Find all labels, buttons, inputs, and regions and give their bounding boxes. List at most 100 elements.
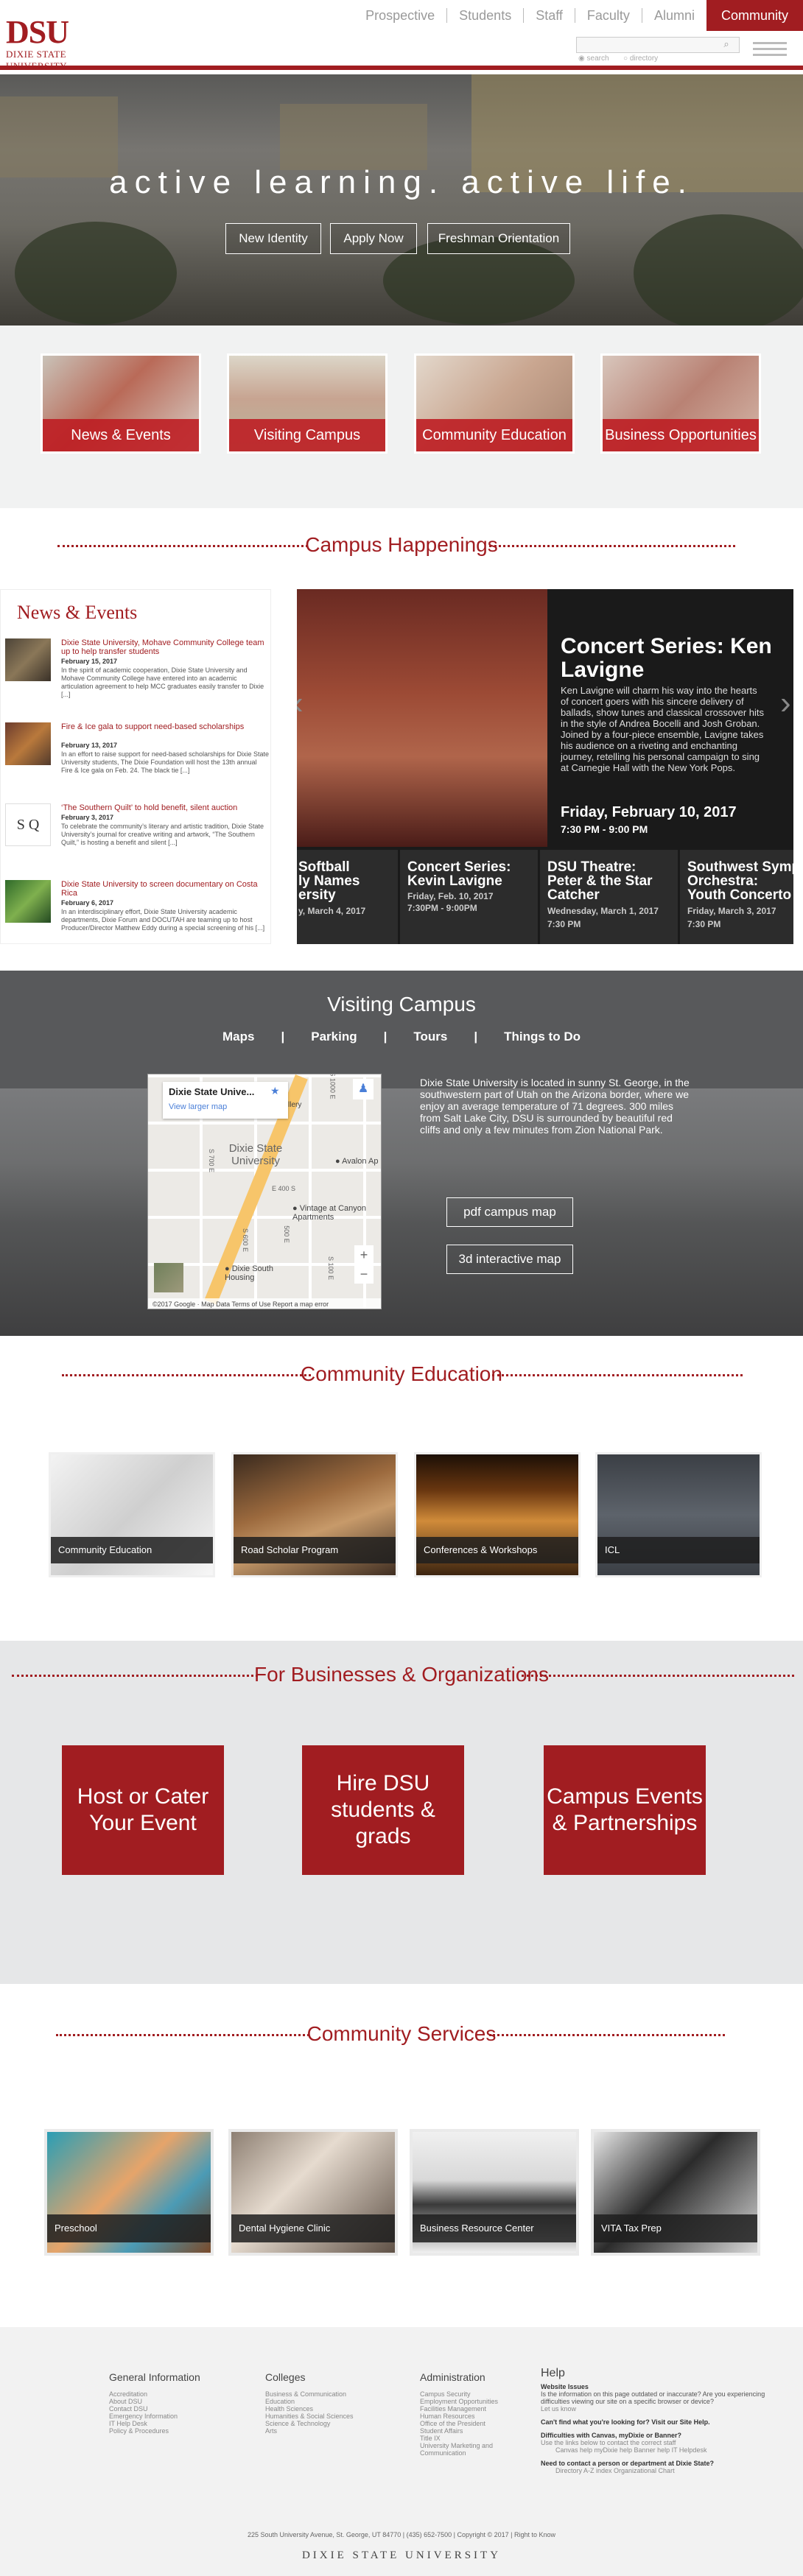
- separator: |: [383, 1030, 388, 1044]
- maps-link[interactable]: Maps: [209, 1030, 267, 1044]
- footer-link[interactable]: Business & Communication: [265, 2390, 354, 2398]
- map-label-avalon: ● Avalon Ap: [335, 1157, 379, 1166]
- search-radio[interactable]: ◉ search: [578, 54, 609, 63]
- footer-link[interactable]: Employment Opportunities: [420, 2398, 530, 2405]
- satellite-toggle[interactable]: [154, 1263, 183, 1292]
- directory-radio[interactable]: ○ directory: [623, 54, 658, 63]
- quick-link-community-education[interactable]: Community Education: [414, 353, 575, 454]
- featured-event-title[interactable]: Concert Series: Ken Lavigne: [561, 635, 782, 682]
- news-title[interactable]: Dixie State University to screen documen…: [61, 880, 269, 898]
- footer-help: Help Website Issues Is the information o…: [541, 2367, 784, 2474]
- help-line: Is the information on this page outdated…: [541, 2390, 765, 2405]
- footer-link[interactable]: Education: [265, 2398, 354, 2405]
- footer-link[interactable]: Title IX: [420, 2435, 530, 2442]
- star-icon[interactable]: ★: [270, 1085, 280, 1097]
- search-icon[interactable]: ⌕: [719, 38, 734, 52]
- google-map[interactable]: Dixie State Unive... ★ View larger map ♟…: [147, 1074, 382, 1309]
- map-footer: ©2017 Google · Map Data Terms of Use Rep…: [148, 1298, 381, 1309]
- nav-faculty[interactable]: Faculty: [575, 8, 642, 23]
- parking-link[interactable]: Parking: [298, 1030, 370, 1044]
- footer-link[interactable]: Contact DSU: [109, 2405, 200, 2413]
- carousel-prev-icon[interactable]: ‹: [297, 685, 304, 722]
- footer-link[interactable]: Office of the President: [420, 2420, 530, 2427]
- freshman-orientation-button[interactable]: Freshman Orientation: [427, 223, 570, 254]
- footer-link[interactable]: Emergency Information: [109, 2413, 200, 2420]
- help-line[interactable]: Can't find what you're looking for? Visi…: [541, 2418, 784, 2426]
- footer-link[interactable]: Policy & Procedures: [109, 2427, 200, 2435]
- footer-link[interactable]: Accreditation: [109, 2390, 200, 2398]
- event-tile-time: 7:30 PM: [547, 919, 581, 929]
- footer-link[interactable]: Health Sciences: [265, 2405, 354, 2413]
- hamburger-menu-icon[interactable]: [753, 38, 787, 57]
- footer-col-administration: Administration Campus Security Employmen…: [420, 2371, 530, 2457]
- quick-link-visiting-campus[interactable]: Visiting Campus: [227, 353, 388, 454]
- featured-event-image[interactable]: [297, 589, 547, 847]
- footer-link[interactable]: Facilities Management: [420, 2405, 530, 2413]
- nav-prospective[interactable]: Prospective: [354, 8, 448, 23]
- new-identity-button[interactable]: New Identity: [225, 223, 321, 254]
- service-card-vita[interactable]: VITA Tax Prep: [591, 2129, 760, 2256]
- apply-now-button[interactable]: Apply Now: [330, 223, 417, 254]
- footer-link[interactable]: University Marketing and Communication: [420, 2442, 530, 2457]
- event-tile[interactable]: DSU Theatre: Peter & the Star Catcher We…: [538, 850, 678, 944]
- let-us-know-link[interactable]: Let us know: [541, 2405, 784, 2413]
- service-card-dental[interactable]: Dental Hygiene Clinic: [228, 2129, 398, 2256]
- logo-mark: DSU: [6, 14, 69, 50]
- directory-links[interactable]: Directory A-Z index Organizational Chart: [541, 2467, 784, 2474]
- help-heading: Help: [541, 2367, 565, 2379]
- news-item[interactable]: S Q ‘The Southern Quilt’ to hold benefit…: [5, 803, 270, 870]
- campus-events-partnerships-button[interactable]: Campus Events & Partnerships: [544, 1745, 706, 1875]
- ce-card-community-education[interactable]: Community Education: [49, 1452, 215, 1577]
- footer-link[interactable]: Campus Security: [420, 2390, 530, 2398]
- things-to-do-link[interactable]: Things to Do: [491, 1030, 594, 1044]
- footer-link[interactable]: Science & Technology: [265, 2420, 354, 2427]
- event-tile[interactable]: Concert Series: Kevin Lavigne Friday, Fe…: [398, 850, 538, 944]
- host-cater-event-button[interactable]: Host or Cater Your Event: [62, 1745, 224, 1875]
- news-heading[interactable]: News & Events: [17, 602, 137, 624]
- tours-link[interactable]: Tours: [400, 1030, 460, 1044]
- event-tile[interactable]: Southwest Symp Orchestra: Youth Concerto…: [678, 850, 793, 944]
- ce-card-icl[interactable]: ICL: [595, 1452, 762, 1577]
- news-item[interactable]: Fire & Ice gala to support need-based sc…: [5, 722, 270, 789]
- news-item[interactable]: Dixie State University to screen documen…: [5, 880, 270, 946]
- ce-card-conferences[interactable]: Conferences & Workshops: [414, 1452, 581, 1577]
- footer-link[interactable]: About DSU: [109, 2398, 200, 2405]
- event-tile[interactable]: Softball ly Names ersity y, March 4, 201…: [297, 850, 398, 944]
- street-view-icon[interactable]: ♟: [353, 1079, 374, 1099]
- nav-students[interactable]: Students: [447, 8, 525, 23]
- carousel-next-icon[interactable]: ›: [780, 685, 791, 722]
- news-item[interactable]: Dixie State University, Mohave Community…: [5, 638, 270, 705]
- southern-quilt-logo: S Q: [5, 803, 51, 846]
- quick-link-business-opportunities[interactable]: Business Opportunities: [600, 353, 761, 454]
- news-title[interactable]: ‘The Southern Quilt’ to hold benefit, si…: [61, 803, 269, 812]
- service-card-business-resource[interactable]: Business Resource Center: [410, 2129, 579, 2256]
- news-title[interactable]: Dixie State University, Mohave Community…: [61, 638, 269, 656]
- map-label-text: Avalon Ap: [342, 1157, 379, 1166]
- hire-students-button[interactable]: Hire DSU students & grads: [302, 1745, 464, 1875]
- search-input[interactable]: [576, 37, 740, 53]
- footer-link[interactable]: IT Help Desk: [109, 2420, 200, 2427]
- view-larger-map-link[interactable]: View larger map: [169, 1102, 227, 1111]
- interactive-map-button[interactable]: 3d interactive map: [446, 1245, 573, 1274]
- zoom-controls[interactable]: + −: [354, 1245, 374, 1284]
- nav-community[interactable]: Community: [706, 0, 803, 31]
- footer-heading: Administration: [420, 2371, 485, 2383]
- news-date: February 15, 2017: [61, 658, 118, 665]
- nav-staff[interactable]: Staff: [524, 8, 575, 23]
- footer-address: 225 South University Avenue, St. George,…: [247, 2531, 556, 2538]
- footer-link[interactable]: Student Affairs: [420, 2427, 530, 2435]
- help-links[interactable]: Canvas help myDixie help Banner help IT …: [541, 2446, 784, 2454]
- dsu-logo[interactable]: DSU DIXIE STATE UNIVERSITY: [6, 14, 109, 72]
- footer-link[interactable]: Humanities & Social Sciences: [265, 2413, 354, 2420]
- pdf-campus-map-button[interactable]: pdf campus map: [446, 1197, 573, 1227]
- news-title[interactable]: Fire & Ice gala to support need-based sc…: [61, 722, 269, 731]
- visiting-campus-title: Visiting Campus: [327, 993, 476, 1016]
- ce-card-road-scholar[interactable]: Road Scholar Program: [231, 1452, 398, 1577]
- footer-link[interactable]: Arts: [265, 2427, 354, 2435]
- news-date: February 3, 2017: [61, 814, 114, 821]
- footer-link[interactable]: Human Resources: [420, 2413, 530, 2420]
- visiting-description: Dixie State University is located in sun…: [420, 1077, 690, 1136]
- service-card-preschool[interactable]: Preschool: [44, 2129, 214, 2256]
- quick-link-news-events[interactable]: News & Events: [41, 353, 201, 454]
- nav-alumni[interactable]: Alumni: [642, 8, 706, 23]
